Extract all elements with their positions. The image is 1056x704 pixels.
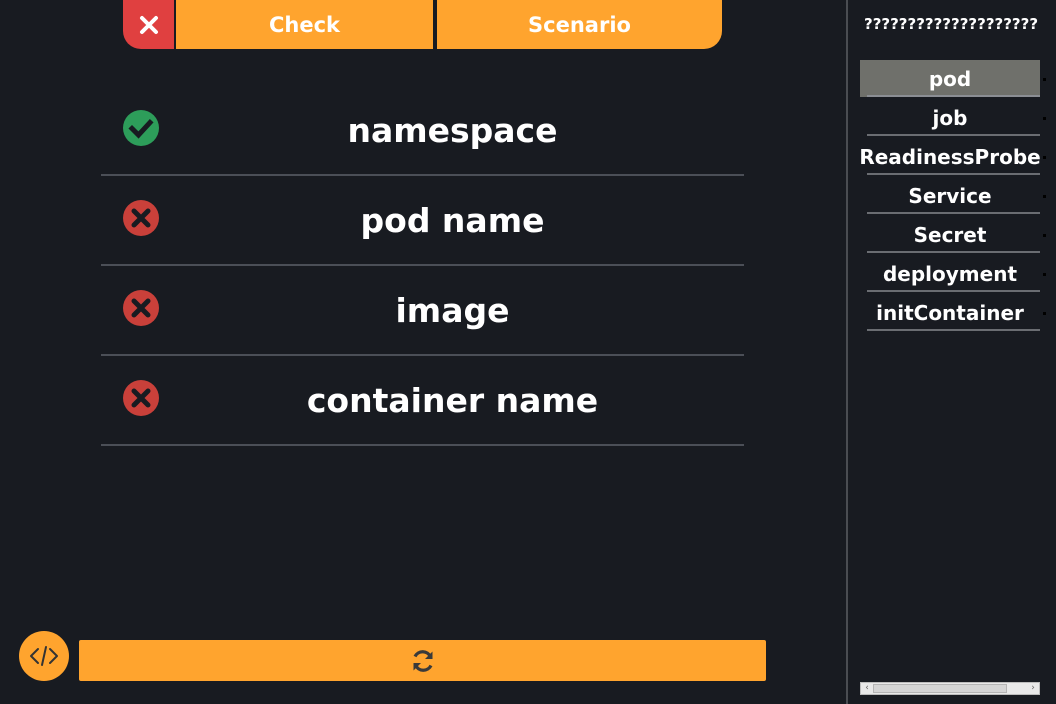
check-row-pod-name: pod name	[101, 176, 744, 266]
sidebar-item-service[interactable]: Service	[860, 177, 1046, 214]
check-label: image	[395, 290, 510, 330]
check-fail-icon	[123, 290, 159, 326]
code-icon	[30, 646, 58, 666]
code-button[interactable]	[19, 631, 69, 681]
sidebar-item-label: deployment	[882, 261, 1018, 286]
scroll-right-icon[interactable]: ›	[1027, 683, 1039, 694]
sidebar-item-label: Secret	[913, 222, 987, 247]
check-label: namespace	[347, 110, 558, 150]
tab-scenario[interactable]: Scenario	[437, 0, 722, 49]
dot-marker	[1043, 195, 1046, 198]
check-row-container-name: container name	[101, 356, 744, 446]
check-row-namespace: namespace	[101, 86, 744, 176]
sidebar-item-initcontainer[interactable]: initContainer	[860, 294, 1046, 331]
sidebar-item-pod[interactable]: pod	[860, 60, 1046, 97]
sidebar-item-label: job	[932, 105, 968, 130]
dot-marker	[1043, 312, 1046, 315]
check-label: pod name	[360, 200, 545, 240]
refresh-button[interactable]	[79, 640, 766, 681]
sidebar-item-label: Service	[908, 183, 992, 208]
check-pass-icon	[123, 110, 159, 146]
sidebar-item-label: ReadinessProbe	[859, 144, 1041, 169]
dot-marker	[1043, 234, 1046, 237]
scroll-left-icon[interactable]: ‹	[861, 683, 873, 694]
close-icon	[139, 15, 158, 34]
tab-check[interactable]: Check	[176, 0, 433, 49]
sidebar-list: pod job ReadinessProbe Service Secret de…	[859, 60, 1046, 333]
check-fail-icon	[123, 380, 159, 416]
dot-marker	[1043, 273, 1046, 276]
scrollbar-thumb[interactable]	[873, 684, 1007, 693]
sidebar-item-label: initContainer	[876, 300, 1024, 325]
close-button[interactable]	[123, 0, 174, 49]
dot-marker	[1043, 156, 1046, 159]
checklist: namespace pod name image container name	[101, 86, 744, 446]
check-row-image: image	[101, 266, 744, 356]
sidebar-item-secret[interactable]: Secret	[860, 216, 1046, 253]
dot-marker	[1043, 117, 1046, 120]
sidebar-item-job[interactable]: job	[860, 99, 1046, 136]
sidebar: ???????????????????? pod job ReadinessPr…	[848, 0, 1056, 704]
top-tab-bar: Check Scenario	[123, 0, 722, 49]
sidebar-title: ????????????????????	[864, 15, 1039, 33]
check-label: container name	[306, 380, 599, 420]
dot-marker	[1043, 78, 1046, 81]
main-panel: Check Scenario namespace pod name image …	[0, 0, 846, 704]
check-fail-icon	[123, 200, 159, 236]
sidebar-item-label: pod	[928, 66, 972, 91]
horizontal-scrollbar[interactable]: ‹ ›	[860, 682, 1040, 695]
refresh-icon	[413, 649, 432, 672]
sidebar-item-deployment[interactable]: deployment	[860, 255, 1046, 292]
sidebar-item-readinessprobe[interactable]: ReadinessProbe	[859, 138, 1046, 175]
